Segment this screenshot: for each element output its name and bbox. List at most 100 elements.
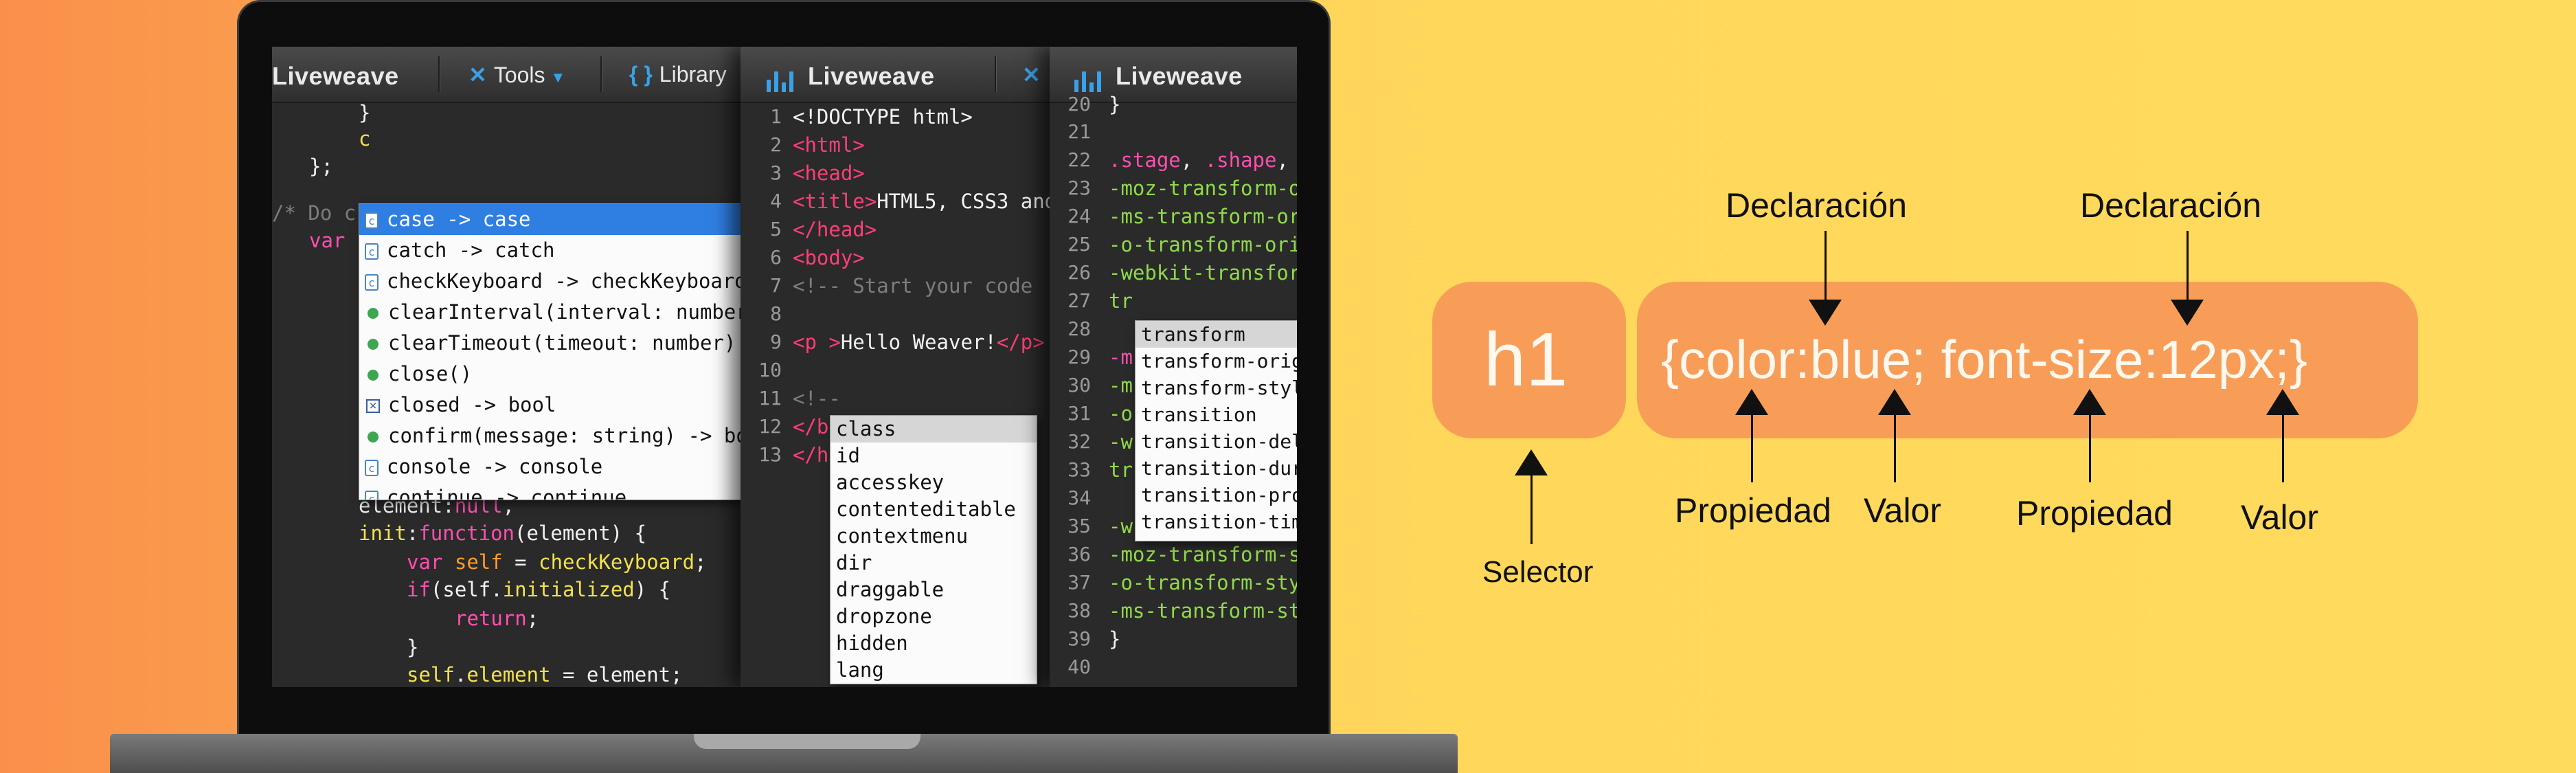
code-line: <!-- Start your code [793, 274, 1033, 298]
method-icon [368, 339, 379, 350]
autocomplete-item-label: checkKeyboard -> checkKeyboard [387, 269, 741, 293]
line-number: 7 [770, 274, 782, 297]
autocomplete-item[interactable]: c continue -> continue [359, 482, 741, 500]
autocomplete-item[interactable]: lang [831, 657, 1037, 684]
code-editor[interactable]: 20 21 22 23 24 25 26 27 28 29 30 31 32 3… [1050, 93, 1297, 687]
code-line: var self = checkKeyboard; [407, 550, 707, 574]
line-number: 13 [758, 443, 782, 466]
autocomplete-item[interactable]: transform [1136, 321, 1297, 348]
line-number: 21 [1067, 120, 1091, 143]
tools-menu[interactable]: ✕ [1022, 62, 1048, 88]
caret-down-icon: ▼ [550, 69, 566, 86]
laptop-notch [694, 734, 920, 749]
code-line: <title>HTML5, CSS3 and [793, 190, 1057, 213]
autocomplete-item[interactable]: transition [1136, 401, 1297, 428]
autocomplete-item-label: catch -> catch [387, 238, 555, 262]
line-number: 32 [1067, 430, 1091, 453]
autocomplete-item[interactable]: transition-duration [1136, 455, 1297, 482]
code-line: -w [1109, 515, 1133, 538]
code-line: tr [1109, 289, 1133, 313]
toolbar-divider [600, 56, 602, 92]
arrow-up-icon [1878, 389, 1911, 415]
line-number: 3 [770, 161, 782, 184]
line-number: 24 [1067, 205, 1091, 227]
propiedad-label: Propiedad [2016, 494, 2173, 533]
autocomplete-item[interactable]: class [831, 416, 1037, 442]
line-number: 30 [1067, 374, 1091, 396]
autocomplete-item[interactable]: hidden [831, 630, 1037, 657]
selector-text: h1 [1484, 317, 1568, 402]
valor-label: Valor [1864, 491, 1942, 530]
autocomplete-item[interactable]: clearTimeout(timeout: number) [359, 328, 741, 359]
code-line: <html> [793, 133, 865, 157]
autocomplete-item[interactable]: id [831, 442, 1037, 469]
autocomplete-item[interactable]: c case -> case [359, 204, 741, 235]
line-number: 2 [770, 133, 782, 156]
line-number: 6 [770, 246, 782, 269]
brand-name: Liveweave [1116, 62, 1243, 90]
autocomplete-item-label: case -> case [387, 208, 531, 231]
code-line: -o-transform-ori [1109, 233, 1297, 256]
tools-menu[interactable]: ✕ Tools ▼ [468, 62, 565, 88]
autocomplete-item[interactable]: clearInterval(interval: number) [359, 297, 741, 328]
class-icon: c [365, 243, 379, 260]
library-menu[interactable]: { } Library [629, 62, 727, 87]
line-number: 39 [1067, 627, 1091, 650]
autocomplete-item[interactable]: c checkKeyboard -> checkKeyboard [359, 266, 741, 297]
editor-panel-html: Liveweave ✕ 1 2 3 4 5 6 7 8 9 10 11 12 1… [741, 47, 1058, 687]
arrow-up-icon [2266, 389, 2299, 415]
arrow-line [1530, 474, 1533, 544]
autocomplete-item[interactable]: c console -> console [359, 451, 741, 482]
code-line: var [309, 229, 346, 252]
autocomplete-item[interactable]: transform-style [1136, 374, 1297, 401]
autocomplete-item-label: continue -> continue [387, 486, 627, 500]
arrow-line [2089, 414, 2091, 482]
autocomplete-item-label: confirm(message: string) -> bool [388, 424, 741, 447]
autocomplete-item[interactable]: draggable [831, 576, 1037, 603]
autocomplete-item[interactable]: transition-delay [1136, 428, 1297, 455]
code-line: init:function(element) { [359, 522, 647, 545]
code-line: -moz-transform-s [1109, 543, 1297, 566]
brand-name[interactable]: Liveweave [272, 62, 399, 91]
code-line: </h [793, 443, 829, 467]
brand-logo[interactable]: Liveweave [767, 62, 935, 93]
code-line: .stage, .shape, [1109, 148, 1289, 172]
code-line: return; [455, 607, 539, 630]
autocomplete-item[interactable]: dir [831, 550, 1037, 576]
line-number: 33 [1067, 458, 1091, 481]
line-number: 25 [1067, 233, 1091, 256]
wrench-screwdriver-icon: ✕ [1022, 63, 1041, 87]
valor-label: Valor [2241, 498, 2319, 537]
class-icon: c [365, 460, 379, 476]
autocomplete-item[interactable]: transition-timing [1136, 508, 1297, 535]
autocomplete-item[interactable]: × closed -> bool [359, 390, 741, 421]
code-line: /* Do c [272, 201, 357, 225]
liveweave-logo-icon [1074, 63, 1105, 93]
code-line: -ms-transform-or [1109, 205, 1297, 228]
autocomplete-item[interactable]: contenteditable [831, 496, 1037, 523]
code-line: </b [793, 415, 829, 438]
method-icon [368, 370, 379, 381]
autocomplete-item[interactable]: transition-property [1136, 482, 1297, 508]
autocomplete-item[interactable]: c catch -> catch [359, 235, 741, 266]
code-line: -o [1109, 402, 1133, 425]
autocomplete-item[interactable]: accesskey [831, 469, 1037, 496]
arrow-line [2187, 231, 2189, 300]
autocomplete-item[interactable]: contextmenu [831, 523, 1037, 550]
code-editor[interactable]: 1 2 3 4 5 6 7 8 9 10 11 12 13 <!DOCTYPE … [741, 103, 1058, 687]
code-line: -moz-transform-o [1109, 177, 1297, 200]
code-line: <!DOCTYPE html> [793, 105, 973, 128]
line-number: 38 [1067, 599, 1091, 622]
autocomplete-item[interactable]: transform-origin [1136, 348, 1297, 374]
brand-name: Liveweave [808, 62, 935, 90]
line-number: 20 [1067, 93, 1091, 115]
arrow-line [1894, 414, 1896, 482]
autocomplete-item[interactable]: confirm(message: string) -> bool [359, 421, 741, 451]
line-number: 40 [1067, 656, 1091, 678]
code-editor[interactable]: } c }; /* Do c var element:null, init:fu… [272, 101, 741, 687]
autocomplete-item[interactable]: dropzone [831, 603, 1037, 630]
autocomplete-item[interactable]: close() [359, 359, 741, 390]
brand-logo[interactable]: Liveweave [1074, 62, 1243, 93]
declaracion-label: Declaración [1726, 186, 1908, 225]
code-line: } [1109, 93, 1121, 116]
